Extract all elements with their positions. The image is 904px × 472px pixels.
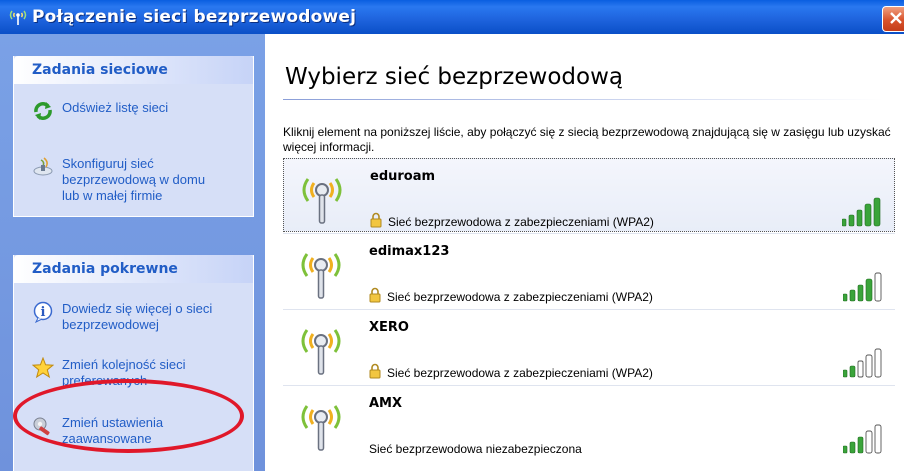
network-ssid: eduroam <box>370 169 436 184</box>
lock-icon <box>369 363 381 379</box>
network-security-status: Sieć bezprzewodowa z zabezpieczeniami (W… <box>387 290 653 304</box>
wireless-network-icon <box>295 320 347 378</box>
wireless-network-icon <box>295 244 347 302</box>
highlight-ellipse <box>13 379 244 453</box>
lock-icon <box>370 212 382 228</box>
learn-about-wireless-link[interactable]: i Dowiedz się więcej o sieci bezprzewodo… <box>32 301 212 333</box>
network-security-status: Sieć bezprzewodowa z zabezpieczeniami (W… <box>387 366 653 380</box>
heading-divider <box>283 99 883 100</box>
page-title: Wybierz sieć bezprzewodową <box>285 64 623 90</box>
close-icon <box>889 10 903 29</box>
setup-wizard-icon <box>32 156 54 178</box>
setup-wireless-network-link[interactable]: Skonfiguruj sieć bezprzewodową w domu lu… <box>32 156 205 204</box>
setup-wireless-network-label: Skonfiguruj sieć bezprzewodową w domu lu… <box>62 156 206 203</box>
network-security-status: Sieć bezprzewodowa z zabezpieczeniami (W… <box>388 215 654 229</box>
network-security-status: Sieć bezprzewodowa niezabezpieczona <box>369 442 582 456</box>
network-tasks-header[interactable]: Zadania sieciowe <box>14 56 253 84</box>
network-item-eduroam[interactable]: eduroam Sieć bezprzewodowa z zabezpiecze… <box>283 158 895 232</box>
close-button[interactable] <box>882 6 904 32</box>
network-item-amx[interactable]: AMX Sieć bezprzewodowa niezabezpieczona <box>283 386 895 460</box>
lock-icon <box>369 287 381 303</box>
refresh-network-list-label: Odśwież listę sieci <box>62 100 169 115</box>
window-title: Połączenie sieci bezprzewodowej <box>32 7 357 27</box>
refresh-icon <box>32 100 54 122</box>
wireless-network-icon <box>296 169 348 227</box>
task-pane: Zadania sieciowe Odśwież listę sieci Sko… <box>0 34 265 472</box>
svg-text:i: i <box>41 305 46 320</box>
learn-about-wireless-label: Dowiedz się więcej o sieci bezprzewodowe… <box>62 301 213 332</box>
network-ssid: AMX <box>369 396 403 411</box>
network-item-edimax123[interactable]: edimax123 Sieć bezprzewodowa z zabezpiec… <box>283 234 895 308</box>
signal-strength-icon <box>841 197 882 227</box>
signal-strength-icon <box>842 272 883 302</box>
network-ssid: XERO <box>369 320 409 335</box>
wireless-signal-icon <box>8 7 28 27</box>
network-list[interactable]: eduroam Sieć bezprzewodowa z zabezpiecze… <box>283 158 901 471</box>
instructions-text: Kliknij element na poniższej liście, aby… <box>283 125 891 154</box>
info-icon: i <box>32 301 54 324</box>
network-ssid: edimax123 <box>369 244 450 259</box>
network-item-xero[interactable]: XERO Sieć bezprzewodowa z zabezpieczenia… <box>283 310 895 384</box>
signal-strength-icon <box>842 348 883 378</box>
refresh-network-list-link[interactable]: Odśwież listę sieci <box>32 100 168 122</box>
main-content: Wybierz sieć bezprzewodową Kliknij eleme… <box>265 34 904 471</box>
network-tasks-panel: Zadania sieciowe Odśwież listę sieci Sko… <box>13 56 254 217</box>
star-icon <box>31 356 55 379</box>
related-tasks-header[interactable]: Zadania pokrewne <box>14 255 253 283</box>
title-bar[interactable]: Połączenie sieci bezprzewodowej <box>0 0 904 34</box>
signal-strength-icon <box>842 424 883 454</box>
wireless-network-icon <box>295 396 347 454</box>
